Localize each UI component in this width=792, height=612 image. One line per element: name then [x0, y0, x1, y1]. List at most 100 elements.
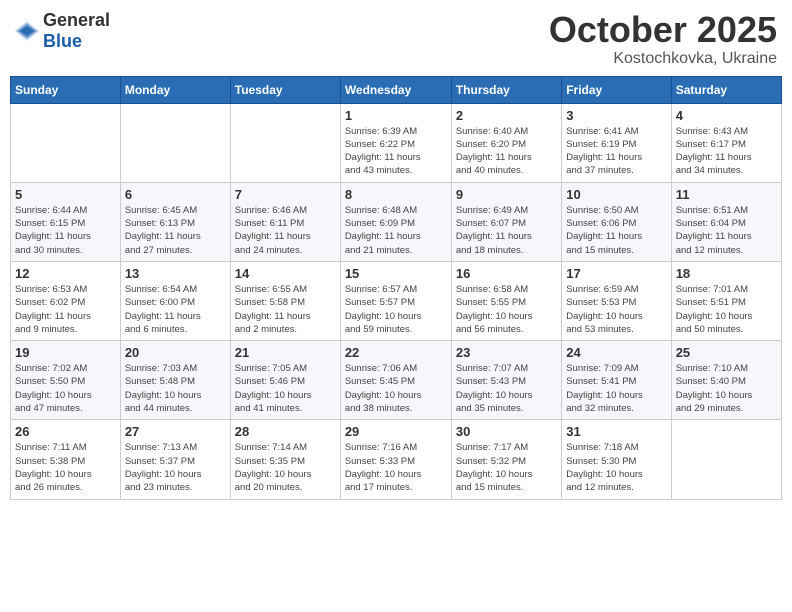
title-block: October 2025 Kostochkovka, Ukraine [549, 10, 777, 68]
calendar-cell: 16 Sunrise: 6:58 AM Sunset: 5:55 PM Dayli… [451, 261, 561, 340]
day-info: Sunrise: 6:44 AM Sunset: 6:15 PM Dayligh… [15, 204, 116, 257]
day-info: Sunrise: 7:10 AM Sunset: 5:40 PM Dayligh… [676, 362, 777, 415]
day-info: Sunrise: 6:49 AM Sunset: 6:07 PM Dayligh… [456, 204, 557, 257]
day-number: 1 [345, 108, 447, 123]
calendar-week-row: 19 Sunrise: 7:02 AM Sunset: 5:50 PM Dayli… [11, 341, 782, 420]
day-number: 16 [456, 266, 557, 281]
day-number: 30 [456, 424, 557, 439]
calendar-cell: 1 Sunrise: 6:39 AM Sunset: 6:22 PM Daylig… [340, 103, 451, 182]
calendar-cell: 18Sunrise: 7:01 AM Sunset: 5:51 PM Dayli… [671, 261, 781, 340]
weekday-header: Monday [120, 76, 230, 103]
day-number: 17 [566, 266, 666, 281]
day-info: Sunrise: 7:18 AM Sunset: 5:30 PM Dayligh… [566, 441, 666, 494]
day-number: 27 [125, 424, 226, 439]
day-info: Sunrise: 6:39 AM Sunset: 6:22 PM Dayligh… [345, 125, 447, 178]
calendar-cell: 10 Sunrise: 6:50 AM Sunset: 6:06 PM Dayli… [562, 182, 671, 261]
day-number: 5 [15, 187, 116, 202]
calendar-cell [671, 420, 781, 499]
logo-icon [15, 21, 39, 41]
calendar-week-row: 26 Sunrise: 7:11 AM Sunset: 5:38 PM Dayli… [11, 420, 782, 499]
day-info: Sunrise: 6:45 AM Sunset: 6:13 PM Dayligh… [125, 204, 226, 257]
day-info: Sunrise: 6:54 AM Sunset: 6:00 PM Dayligh… [125, 283, 226, 336]
day-info: Sunrise: 7:01 AM Sunset: 5:51 PM Dayligh… [676, 283, 777, 336]
day-number: 19 [15, 345, 116, 360]
day-info: Sunrise: 6:50 AM Sunset: 6:06 PM Dayligh… [566, 204, 666, 257]
day-info: Sunrise: 7:03 AM Sunset: 5:48 PM Dayligh… [125, 362, 226, 415]
calendar-cell: 2Sunrise: 6:40 AM Sunset: 6:20 PM Daylig… [451, 103, 561, 182]
day-number: 9 [456, 187, 557, 202]
weekday-header: Thursday [451, 76, 561, 103]
day-info: Sunrise: 6:58 AM Sunset: 5:55 PM Dayligh… [456, 283, 557, 336]
calendar-cell: 26 Sunrise: 7:11 AM Sunset: 5:38 PM Dayli… [11, 420, 121, 499]
month-title: October 2025 [549, 10, 777, 50]
calendar-table: SundayMondayTuesdayWednesdayThursdayFrid… [10, 76, 782, 500]
day-info: Sunrise: 7:06 AM Sunset: 5:45 PM Dayligh… [345, 362, 447, 415]
calendar-cell [230, 103, 340, 182]
day-number: 29 [345, 424, 447, 439]
calendar-cell: 23 Sunrise: 7:07 AM Sunset: 5:43 PM Dayli… [451, 341, 561, 420]
logo: General Blue [15, 10, 110, 52]
calendar-cell: 27Sunrise: 7:13 AM Sunset: 5:37 PM Dayli… [120, 420, 230, 499]
calendar-cell: 15 Sunrise: 6:57 AM Sunset: 5:57 PM Dayli… [340, 261, 451, 340]
weekday-header: Sunday [11, 76, 121, 103]
day-info: Sunrise: 7:05 AM Sunset: 5:46 PM Dayligh… [235, 362, 336, 415]
calendar-cell: 21 Sunrise: 7:05 AM Sunset: 5:46 PM Dayli… [230, 341, 340, 420]
calendar-cell: 29Sunrise: 7:16 AM Sunset: 5:33 PM Dayli… [340, 420, 451, 499]
day-number: 14 [235, 266, 336, 281]
calendar-cell [11, 103, 121, 182]
location-title: Kostochkovka, Ukraine [549, 50, 777, 68]
day-number: 31 [566, 424, 666, 439]
calendar-cell: 30 Sunrise: 7:17 AM Sunset: 5:32 PM Dayli… [451, 420, 561, 499]
day-number: 21 [235, 345, 336, 360]
logo-blue: Blue [43, 31, 82, 51]
calendar-cell: 11Sunrise: 6:51 AM Sunset: 6:04 PM Dayli… [671, 182, 781, 261]
calendar-cell: 25Sunrise: 7:10 AM Sunset: 5:40 PM Dayli… [671, 341, 781, 420]
day-number: 23 [456, 345, 557, 360]
calendar-cell: 5 Sunrise: 6:44 AM Sunset: 6:15 PM Daylig… [11, 182, 121, 261]
day-info: Sunrise: 6:41 AM Sunset: 6:19 PM Dayligh… [566, 125, 666, 178]
calendar-cell: 22Sunrise: 7:06 AM Sunset: 5:45 PM Dayli… [340, 341, 451, 420]
day-info: Sunrise: 6:51 AM Sunset: 6:04 PM Dayligh… [676, 204, 777, 257]
weekday-header: Saturday [671, 76, 781, 103]
calendar-cell: 28 Sunrise: 7:14 AM Sunset: 5:35 PM Dayli… [230, 420, 340, 499]
calendar-cell: 20Sunrise: 7:03 AM Sunset: 5:48 PM Dayli… [120, 341, 230, 420]
calendar-cell: 19 Sunrise: 7:02 AM Sunset: 5:50 PM Dayli… [11, 341, 121, 420]
day-info: Sunrise: 6:53 AM Sunset: 6:02 PM Dayligh… [15, 283, 116, 336]
day-info: Sunrise: 7:17 AM Sunset: 5:32 PM Dayligh… [456, 441, 557, 494]
weekday-header-row: SundayMondayTuesdayWednesdayThursdayFrid… [11, 76, 782, 103]
day-info: Sunrise: 6:57 AM Sunset: 5:57 PM Dayligh… [345, 283, 447, 336]
day-info: Sunrise: 6:55 AM Sunset: 5:58 PM Dayligh… [235, 283, 336, 336]
day-number: 28 [235, 424, 336, 439]
calendar-cell: 4Sunrise: 6:43 AM Sunset: 6:17 PM Daylig… [671, 103, 781, 182]
calendar-cell: 17Sunrise: 6:59 AM Sunset: 5:53 PM Dayli… [562, 261, 671, 340]
day-number: 7 [235, 187, 336, 202]
calendar-week-row: 1 Sunrise: 6:39 AM Sunset: 6:22 PM Daylig… [11, 103, 782, 182]
logo-text: General Blue [43, 10, 110, 52]
day-number: 12 [15, 266, 116, 281]
day-info: Sunrise: 7:02 AM Sunset: 5:50 PM Dayligh… [15, 362, 116, 415]
calendar-cell: 3 Sunrise: 6:41 AM Sunset: 6:19 PM Daylig… [562, 103, 671, 182]
calendar-week-row: 5 Sunrise: 6:44 AM Sunset: 6:15 PM Daylig… [11, 182, 782, 261]
calendar-cell: 12 Sunrise: 6:53 AM Sunset: 6:02 PM Dayli… [11, 261, 121, 340]
calendar-cell: 13Sunrise: 6:54 AM Sunset: 6:00 PM Dayli… [120, 261, 230, 340]
calendar-cell: 7Sunrise: 6:46 AM Sunset: 6:11 PM Daylig… [230, 182, 340, 261]
day-number: 10 [566, 187, 666, 202]
weekday-header: Tuesday [230, 76, 340, 103]
day-number: 15 [345, 266, 447, 281]
page-header: General Blue October 2025 Kostochkovka, … [10, 10, 782, 68]
day-info: Sunrise: 7:14 AM Sunset: 5:35 PM Dayligh… [235, 441, 336, 494]
calendar-cell: 31 Sunrise: 7:18 AM Sunset: 5:30 PM Dayli… [562, 420, 671, 499]
day-info: Sunrise: 7:07 AM Sunset: 5:43 PM Dayligh… [456, 362, 557, 415]
calendar-cell: 24Sunrise: 7:09 AM Sunset: 5:41 PM Dayli… [562, 341, 671, 420]
logo-general: General [43, 10, 110, 30]
calendar-cell: 9 Sunrise: 6:49 AM Sunset: 6:07 PM Daylig… [451, 182, 561, 261]
day-info: Sunrise: 7:11 AM Sunset: 5:38 PM Dayligh… [15, 441, 116, 494]
weekday-header: Friday [562, 76, 671, 103]
day-info: Sunrise: 7:09 AM Sunset: 5:41 PM Dayligh… [566, 362, 666, 415]
day-number: 3 [566, 108, 666, 123]
day-number: 6 [125, 187, 226, 202]
day-info: Sunrise: 6:40 AM Sunset: 6:20 PM Dayligh… [456, 125, 557, 178]
weekday-header: Wednesday [340, 76, 451, 103]
day-number: 26 [15, 424, 116, 439]
calendar-week-row: 12 Sunrise: 6:53 AM Sunset: 6:02 PM Dayli… [11, 261, 782, 340]
